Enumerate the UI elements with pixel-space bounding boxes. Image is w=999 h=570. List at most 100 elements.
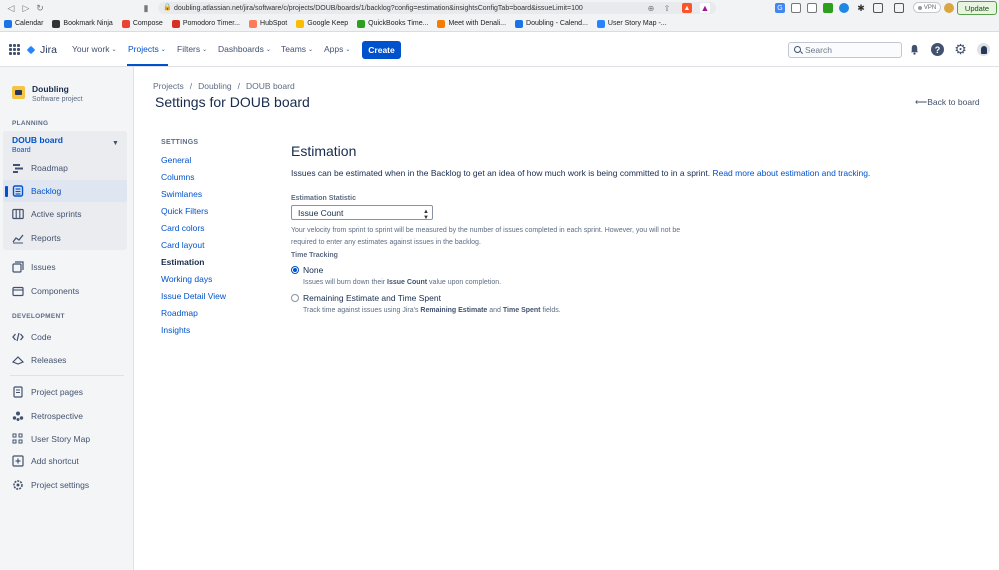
nav-menu-dashboards[interactable]: Dashboards ⌄ — [218, 44, 271, 54]
sidebar-item-add-shortcut[interactable]: Add shortcut — [3, 450, 127, 472]
releases-icon — [11, 354, 25, 366]
bookmark-item[interactable]: Doubling - Calend... — [511, 16, 593, 32]
bookmark-item[interactable]: Meet with Denali... — [433, 16, 511, 32]
settings-link-roadmap[interactable]: Roadmap — [161, 308, 198, 318]
help-icon[interactable]: ? — [931, 43, 944, 56]
nav-menu-teams[interactable]: Teams ⌄ — [281, 44, 313, 54]
time-tracking-label: Time Tracking — [291, 252, 338, 259]
settings-link-issue-detail-view[interactable]: Issue Detail View — [161, 291, 226, 301]
extension-blue-icon[interactable] — [839, 3, 849, 13]
bookmark-item[interactable]: Compose — [118, 16, 168, 32]
bookmark-item[interactable]: User Story Map -... — [593, 16, 672, 32]
backlog-icon — [12, 185, 24, 197]
sidebar-toggle-icon[interactable] — [873, 3, 883, 13]
bookmark-favicon-icon — [171, 19, 180, 28]
user-avatar[interactable] — [977, 43, 990, 56]
app-switcher-icon[interactable] — [9, 44, 20, 55]
bookmark-item[interactable]: Pomodoro Timer... — [168, 16, 245, 32]
settings-gear-icon[interactable]: ⚙ — [954, 41, 967, 57]
read-more-link[interactable]: Read more about estimation and tracking — [712, 168, 867, 178]
settings-link-columns[interactable]: Columns — [161, 172, 195, 182]
address-bar[interactable]: 🔒 doubling.atlassian.net/jira/software/c… — [158, 2, 716, 14]
project-name[interactable]: Doubling — [32, 84, 69, 94]
bookmark-label: Calendar — [15, 20, 44, 27]
sidebar-item-user-story-map[interactable]: User Story Map — [3, 428, 127, 450]
sidebar-item-project-settings[interactable]: Project settings — [3, 474, 127, 496]
sidebar-item-releases[interactable]: Releases — [3, 349, 127, 371]
share-icon[interactable]: ⇧ — [662, 3, 672, 13]
extension-reader-icon[interactable] — [791, 3, 801, 13]
extension-shield-icon[interactable] — [823, 3, 833, 13]
zoom-icon[interactable]: ⊕ — [646, 3, 656, 13]
reload-icon[interactable]: ↻ — [34, 2, 46, 14]
sidebar-item-label: Add shortcut — [31, 456, 79, 466]
roadmap-icon — [12, 162, 24, 174]
radio-label[interactable]: None — [303, 265, 323, 275]
radio-remaining-estimate[interactable] — [291, 294, 299, 302]
sidebar-item-components[interactable]: Components — [3, 280, 127, 302]
bookmark-item[interactable]: Calendar — [0, 16, 48, 32]
extension-camera-icon[interactable] — [807, 3, 817, 13]
breadcrumb-link[interactable]: Projects — [153, 81, 184, 91]
nav-menu-filters[interactable]: Filters ⌄ — [177, 44, 207, 54]
bookmark-page-icon[interactable]: ▮ — [140, 2, 152, 14]
settings-link-working-days[interactable]: Working days — [161, 274, 212, 284]
settings-link-insights[interactable]: Insights — [161, 325, 190, 335]
sidebar-item-issues[interactable]: Issues — [3, 256, 127, 278]
breadcrumb-link[interactable]: Doubling — [198, 81, 232, 91]
profile-avatar[interactable] — [944, 3, 954, 13]
help-text: Track time against issues using Jira's — [303, 307, 421, 314]
forward-arrow-icon[interactable]: ▷ — [20, 2, 32, 14]
back-to-board-link[interactable]: ⟵Back to board — [915, 97, 980, 108]
wallet-icon[interactable] — [894, 3, 904, 13]
nav-menu-label: Your work — [72, 44, 110, 54]
bookmark-label: Google Keep — [307, 20, 349, 27]
nav-menu-your-work[interactable]: Your work ⌄ — [72, 44, 117, 54]
settings-link-card-layout[interactable]: Card layout — [161, 240, 204, 250]
brave-rewards-icon[interactable]: ▲ — [700, 3, 710, 13]
radio-none[interactable] — [291, 266, 299, 274]
extensions-puzzle-icon[interactable]: ✱ — [856, 3, 866, 13]
back-arrow-icon[interactable]: ◁ — [5, 2, 17, 14]
add-shortcut-icon — [12, 455, 24, 467]
bookmark-favicon-icon — [515, 19, 524, 28]
search-input[interactable]: Search — [788, 42, 902, 58]
board-selector[interactable]: DOUB board — [12, 135, 63, 145]
update-button[interactable]: Update — [957, 1, 997, 15]
settings-link-estimation[interactable]: Estimation — [161, 257, 204, 267]
sidebar-item-code[interactable]: Code — [3, 326, 127, 348]
sidebar-item-project-pages[interactable]: Project pages — [3, 381, 127, 403]
estimation-statistic-select[interactable]: Issue Count ▲ ▼ — [291, 205, 433, 221]
sidebar-item-active-sprints[interactable]: Active sprints — [3, 203, 127, 225]
nav-menu-apps[interactable]: Apps ⌄ — [324, 44, 350, 54]
sidebar-item-reports[interactable]: Reports — [3, 227, 127, 249]
sidebar-item-backlog[interactable]: Backlog — [3, 180, 127, 202]
url-text: doubling.atlassian.net/jira/software/c/p… — [174, 4, 583, 12]
sidebar-item-roadmap[interactable]: Roadmap — [3, 157, 127, 179]
settings-link-swimlanes[interactable]: Swimlanes — [161, 189, 202, 199]
chevron-down-icon: ⌄ — [308, 46, 314, 53]
breadcrumb-link[interactable]: DOUB board — [246, 81, 295, 91]
settings-link-quick-filters[interactable]: Quick Filters — [161, 206, 208, 216]
settings-link-general[interactable]: General — [161, 155, 191, 165]
bookmark-item[interactable]: Google Keep — [292, 16, 353, 32]
bookmark-item[interactable]: HubSpot — [245, 16, 292, 32]
project-avatar[interactable] — [12, 86, 25, 99]
bookmark-favicon-icon — [121, 19, 130, 28]
nav-menu-label: Filters — [177, 44, 201, 54]
jira-logo[interactable]: Jira — [26, 44, 57, 56]
notifications-icon[interactable] — [908, 43, 921, 56]
bookmark-item[interactable]: QuickBooks Time... — [353, 16, 433, 32]
components-icon — [12, 285, 24, 297]
sidebar-item-retrospective[interactable]: Retrospective — [3, 405, 127, 427]
bookmark-item[interactable]: Bookmark Ninja — [48, 16, 117, 32]
nav-menu-projects[interactable]: Projects ⌄ — [128, 44, 166, 54]
chevron-down-icon[interactable]: ▼ — [112, 140, 119, 147]
sidebar-item-label: Components — [31, 286, 80, 296]
settings-link-card-colors[interactable]: Card colors — [161, 223, 204, 233]
create-button[interactable]: Create — [362, 41, 401, 59]
extension-google-icon[interactable]: G — [775, 3, 785, 13]
brave-shield-icon[interactable]: ▲ — [682, 3, 692, 13]
radio-label[interactable]: Remaining Estimate and Time Spent — [303, 293, 441, 303]
vpn-button[interactable]: VPN — [913, 2, 941, 13]
